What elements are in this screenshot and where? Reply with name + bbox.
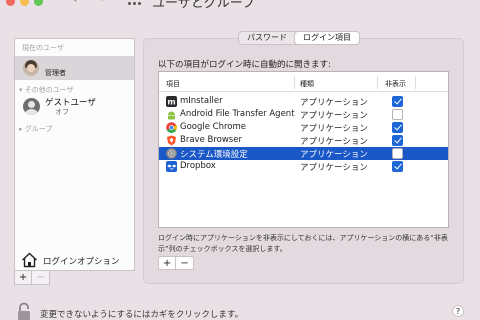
column-header-hide[interactable]: 非表示 xyxy=(385,79,406,89)
house-icon xyxy=(22,252,37,268)
login-options-item[interactable]: ログインオプション xyxy=(15,251,134,270)
guest-user-row[interactable]: ゲストユーザ オフ xyxy=(15,96,134,118)
item-name: システム環境設定 xyxy=(180,150,248,160)
table-row[interactable]: Android File Transfer Agent アプリケーション xyxy=(159,108,448,121)
groups-section-label: グループ xyxy=(24,125,53,133)
item-kind: アプリケーション xyxy=(300,163,368,173)
current-user-row[interactable]: 管理者 xyxy=(15,56,134,80)
table-row-selected[interactable]: システム環境設定 アプリケーション xyxy=(159,147,448,160)
item-name: Dropbox xyxy=(180,161,216,171)
show-all-grid-icon[interactable] xyxy=(128,2,142,5)
add-user-button[interactable]: + xyxy=(15,271,33,284)
tab-password[interactable]: パスワード xyxy=(239,32,295,44)
lock-status-text: 変更できないようにするにはカギをクリックします。 xyxy=(40,310,244,320)
table-header: 項目 種類 非表示 xyxy=(159,72,448,92)
zoom-button[interactable] xyxy=(34,0,43,6)
users-sidebar: 現在のユーザ 管理者 ▾ その他のユーザ ゲストユーザ オフ ▸ グループ ログ… xyxy=(14,38,135,271)
help-button[interactable]: ? xyxy=(452,305,464,317)
login-items-instruction: 以下の項目がログイン時に自動的に開きます: xyxy=(158,60,331,70)
tab-bar: パスワード ログイン項目 xyxy=(238,31,360,45)
dropbox-icon xyxy=(166,161,177,172)
android-icon xyxy=(168,111,175,120)
item-kind: アプリケーション xyxy=(300,98,368,108)
item-name: Android File Transfer Agent xyxy=(180,109,295,119)
window-title: ユーザとグループ xyxy=(152,0,255,11)
other-users-section[interactable]: ▾ その他のユーザ xyxy=(19,85,74,95)
hide-checkbox[interactable] xyxy=(392,109,403,120)
table-row[interactable]: Google Chrome アプリケーション xyxy=(159,121,448,134)
chrome-icon xyxy=(166,122,177,133)
column-header-item[interactable]: 項目 xyxy=(166,79,180,89)
login-item-add-remove-control: + − xyxy=(158,256,194,270)
title-bar: ‹ › ユーザとグループ xyxy=(0,0,480,24)
brave-icon xyxy=(167,135,176,146)
hide-checkbox[interactable] xyxy=(392,148,403,159)
item-kind: アプリケーション xyxy=(300,150,368,160)
current-user-section-label: 現在のユーザ xyxy=(22,44,64,52)
minimize-button[interactable] xyxy=(20,0,29,6)
guest-user-avatar xyxy=(23,98,40,115)
tab-login-items[interactable]: ログイン項目 xyxy=(295,32,359,44)
table-row[interactable]: Dropbox アプリケーション xyxy=(159,160,448,173)
item-name: mInstaller xyxy=(180,96,223,106)
table-row[interactable]: m mInstaller アプリケーション xyxy=(159,95,448,108)
hide-instruction-note: ログイン時にアプリケーションを非表示にしておくには、アプリケーションの横にある“… xyxy=(158,234,448,253)
hide-checkbox[interactable] xyxy=(392,161,403,172)
current-user-avatar xyxy=(23,60,39,76)
system-preferences-icon xyxy=(166,148,177,159)
svg-text:m: m xyxy=(167,98,175,107)
item-name: Brave Browser xyxy=(180,135,242,145)
hide-checkbox[interactable] xyxy=(392,122,403,133)
groups-section[interactable]: ▸ グループ xyxy=(19,124,52,134)
back-button[interactable]: ‹ xyxy=(72,0,78,7)
remove-user-button[interactable]: − xyxy=(32,271,49,284)
table-row[interactable]: Brave Browser アプリケーション xyxy=(159,134,448,147)
column-header-kind[interactable]: 種類 xyxy=(300,79,314,89)
user-add-remove-control: + − xyxy=(14,271,50,285)
other-users-section-label: その他のユーザ xyxy=(24,86,74,94)
lock-icon[interactable] xyxy=(16,302,32,320)
login-items-table: 項目 種類 非表示 m mInstaller アプリケーション Android … xyxy=(158,71,449,228)
item-kind: アプリケーション xyxy=(300,111,368,121)
hide-checkbox[interactable] xyxy=(392,96,403,107)
item-kind: アプリケーション xyxy=(300,137,368,147)
forward-button[interactable]: › xyxy=(100,0,106,7)
login-options-label: ログインオプション xyxy=(43,257,120,267)
hide-checkbox[interactable] xyxy=(392,135,403,146)
remove-login-item-button[interactable]: − xyxy=(176,257,193,269)
add-login-item-button[interactable]: + xyxy=(159,257,177,269)
guest-user-name: ゲストユーザ xyxy=(45,98,96,108)
minstaller-icon: m xyxy=(166,96,177,107)
current-user-role: 管理者 xyxy=(45,69,66,77)
close-button[interactable] xyxy=(6,0,15,6)
item-kind: アプリケーション xyxy=(300,124,368,134)
guest-user-status: オフ xyxy=(55,108,69,116)
item-name: Google Chrome xyxy=(180,122,247,132)
